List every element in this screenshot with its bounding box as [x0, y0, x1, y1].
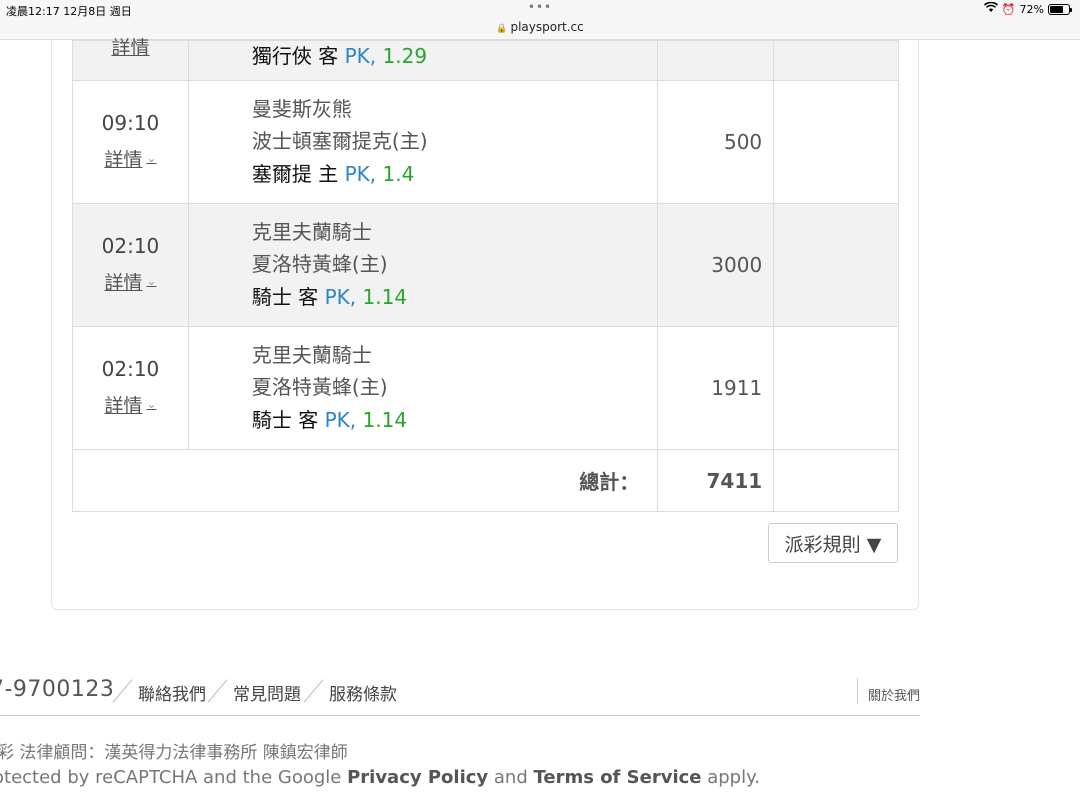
pick-type: PK, [344, 43, 377, 68]
recaptcha-apply: apply. [701, 767, 760, 788]
battery-icon [1048, 3, 1072, 15]
details-link[interactable]: 詳情 ⌄ [104, 268, 156, 295]
bet-amount: 500 [657, 80, 775, 204]
pick-odds: 1.4 [382, 162, 415, 186]
pick-side: 客 [298, 408, 319, 432]
home-team: 波士頓塞爾提克(主) [251, 129, 428, 153]
details-link[interactable]: 詳情 ⌄ [104, 145, 156, 172]
pick-odds: 1.29 [382, 43, 428, 68]
divider [303, 679, 324, 703]
chevron-down-icon: ⌄ [146, 151, 157, 165]
alarm-icon: ⏰ [1001, 2, 1016, 16]
game-time: 09:10 [101, 110, 160, 135]
pick-team: 塞爾提 [251, 162, 312, 186]
table-row: 詳情 獨行俠 客 PK, 1.29 [72, 37, 899, 81]
pick-odds: 1.14 [362, 408, 408, 432]
url-text: playsport.cc [510, 20, 584, 34]
pick-type: PK, [324, 285, 357, 309]
address-bar[interactable]: 🔒 playsport.cc [0, 20, 1080, 34]
pick-team: 騎士 [251, 285, 292, 309]
details-label: 詳情 [104, 148, 143, 171]
lock-icon: 🔒 [496, 24, 508, 34]
battery-percent: 72% [1019, 2, 1044, 16]
terms-of-service-link[interactable]: Terms of Service [533, 767, 701, 788]
status-bar: 凌晨12:17 12月8日 週日 ••• 🔒 playsport.cc ⏰ 72% [0, 0, 1080, 40]
table-row: 02:10 詳情 ⌄ 克里夫蘭騎士 夏洛特黃蜂(主) 騎士 客 PK, 1.14 … [72, 326, 899, 450]
about-link[interactable]: 關於我們 [868, 685, 920, 704]
away-team: 克里夫蘭騎士 [251, 343, 372, 367]
phone-number: 7-9700123 [0, 677, 115, 702]
away-team: 克里夫蘭騎士 [251, 220, 372, 244]
pick-type: PK, [344, 162, 377, 186]
bet-amount: 1911 [657, 326, 775, 450]
divider [112, 679, 133, 703]
pick-info: 塞爾提 主 PK, 1.4 [252, 157, 657, 191]
chevron-down-icon: ⌄ [146, 274, 157, 288]
away-team: 曼斐斯灰熊 [251, 97, 352, 121]
pick-team: 獨行俠 [251, 43, 312, 68]
details-link[interactable]: 詳情 [111, 37, 149, 59]
pick-side: 客 [298, 285, 319, 309]
pick-info: 騎士 客 PK, 1.14 [252, 280, 657, 314]
legal-advisor-text: 運彩 法律顧問：漢英得力法律事務所 陳鎮宏律師 [0, 743, 348, 763]
pick-side: 客 [318, 43, 339, 68]
recaptcha-and: and [488, 767, 534, 788]
pick-odds: 1.14 [362, 285, 408, 309]
home-team: 夏洛特黃蜂(主) [251, 252, 388, 276]
divider [207, 679, 228, 703]
bet-table: 詳情 獨行俠 客 PK, 1.29 09:10 詳情 ⌄ 曼斐斯灰熊 波士頓塞爾提… [71, 37, 899, 512]
total-row: 總計： 7411 [71, 449, 899, 512]
pick-info: 獨行俠 客 PK, 1.29 [252, 39, 657, 73]
payout-rules-button[interactable]: 派彩規則 ▼ [768, 523, 898, 563]
table-row: 09:10 詳情 ⌄ 曼斐斯灰熊 波士頓塞爾提克(主) 塞爾提 主 PK, 1.4… [72, 80, 899, 204]
bet-amount: 3000 [657, 203, 775, 327]
privacy-policy-link[interactable]: Privacy Policy [347, 767, 488, 788]
home-team: 夏洛特黃蜂(主) [251, 375, 388, 399]
recaptcha-notice: rotected by reCAPTCHA and the Google Pri… [0, 767, 760, 788]
pick-team: 騎士 [251, 408, 292, 432]
details-link[interactable]: 詳情 ⌄ [104, 391, 156, 418]
terms-link[interactable]: 服務條款 [329, 680, 397, 705]
pick-info: 騎士 客 PK, 1.14 [252, 403, 657, 437]
chevron-down-icon: ⌄ [146, 397, 157, 411]
faq-link[interactable]: 常見問題 [233, 680, 301, 705]
tab-menu-dots[interactable]: ••• [0, 0, 1080, 14]
contact-link[interactable]: 聯絡我們 [138, 680, 206, 705]
footer-links: 7-9700123 聯絡我們 常見問題 服務條款 關於我們 [0, 676, 920, 716]
details-label: 詳情 [104, 271, 143, 294]
status-indicators: ⏰ 72% [983, 1, 1072, 16]
recaptcha-text: rotected by reCAPTCHA and the Google [0, 767, 348, 788]
pick-type: PK, [324, 408, 357, 432]
wifi-icon [983, 1, 998, 16]
details-label: 詳情 [104, 394, 143, 417]
game-time: 02:10 [101, 233, 160, 258]
divider [857, 678, 858, 704]
total-value: 7411 [657, 449, 775, 512]
pick-side: 主 [318, 162, 339, 186]
table-row: 02:10 詳情 ⌄ 克里夫蘭騎士 夏洛特黃蜂(主) 騎士 客 PK, 1.14 … [72, 203, 899, 327]
game-time: 02:10 [101, 356, 160, 381]
total-label: 總計： [71, 449, 659, 512]
